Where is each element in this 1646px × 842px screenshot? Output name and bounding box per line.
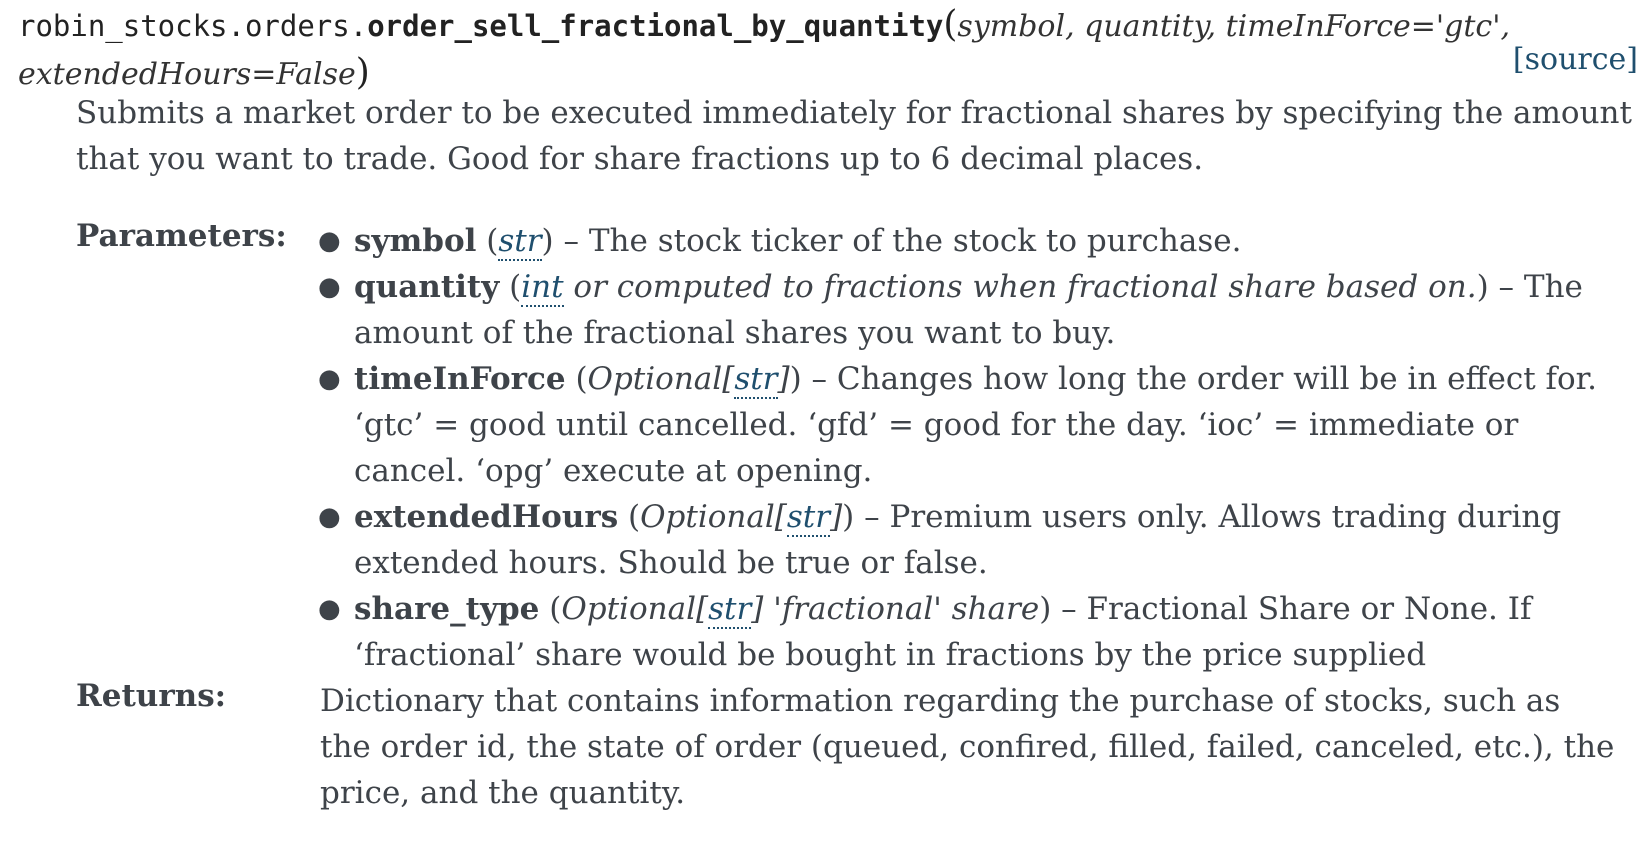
type-link[interactable]: int: [521, 269, 564, 307]
parameter-type: Optional[str] 'fractional' share: [561, 591, 1039, 629]
parameter-name: share_type: [354, 591, 540, 627]
parameter-type-suffix: or computed to fractions when fractional…: [563, 269, 1477, 305]
doc-page: robin_stocks.orders.order_sell_fractiona…: [0, 0, 1646, 842]
parameter-type-suffix: ] 'fractional' share: [751, 591, 1040, 627]
parameter-type-suffix: ]: [777, 361, 790, 397]
parameter-name: extendedHours: [354, 499, 619, 535]
parameter-type-prefix: Optional[: [587, 361, 735, 397]
bullet-icon: ●: [318, 226, 341, 256]
signature-params-line1: symbol, quantity, timeInForce='gtc',: [957, 9, 1511, 44]
close-paren: ): [355, 52, 370, 93]
parameter-list: ● symbol (str) – The stock ticker of the …: [318, 218, 1618, 678]
type-link[interactable]: str: [786, 499, 831, 537]
parameter-item: ● symbol (str) – The stock ticker of the …: [318, 218, 1618, 264]
parameter-item: ● timeInForce (Optional[str]) – Changes h…: [318, 356, 1618, 494]
parameter-description: The stock ticker of the stock to purchas…: [588, 223, 1242, 259]
parameter-type: Optional[str]: [640, 499, 842, 537]
parameter-type-prefix: Optional[: [640, 499, 787, 535]
parameter-item: ● quantity (int or computed to fractions …: [318, 264, 1618, 356]
function-description: Submits a market order to be executed im…: [76, 95, 1632, 177]
returns-description: Dictionary that contains information reg…: [320, 683, 1615, 811]
function-name: order_sell_fractional_by_quantity: [367, 9, 944, 43]
function-signature: robin_stocks.orders.order_sell_fractiona…: [18, 2, 1630, 98]
returns-label: Returns:: [76, 678, 227, 714]
bullet-icon: ●: [318, 594, 341, 624]
module-path: robin_stocks.orders.: [18, 9, 368, 43]
parameter-item: ● extendedHours (Optional[str]) – Premium…: [318, 494, 1618, 586]
bullet-icon: ●: [318, 364, 341, 394]
signature-params-line2: extendedHours=False: [18, 57, 356, 92]
type-link[interactable]: str: [498, 223, 542, 261]
parameter-type: str: [498, 223, 542, 261]
open-paren: (: [943, 4, 958, 45]
source-link[interactable]: [source]: [1513, 42, 1638, 77]
type-link[interactable]: str: [708, 591, 752, 629]
parameters-label: Parameters:: [76, 218, 287, 254]
parameter-type-suffix: ]: [830, 499, 843, 535]
type-link[interactable]: str: [734, 361, 778, 399]
parameter-type-prefix: Optional[: [561, 591, 709, 627]
parameter-type: Optional[str]: [588, 361, 790, 399]
parameter-name: symbol: [354, 223, 477, 259]
bullet-icon: ●: [318, 272, 341, 302]
parameter-item: ● share_type (Optional[str] 'fractional' …: [318, 586, 1618, 678]
bullet-icon: ●: [318, 502, 341, 532]
parameter-type: int or computed to fractions when fracti…: [521, 269, 1477, 307]
parameter-name: timeInForce: [354, 361, 566, 397]
parameter-name: quantity: [354, 269, 500, 305]
